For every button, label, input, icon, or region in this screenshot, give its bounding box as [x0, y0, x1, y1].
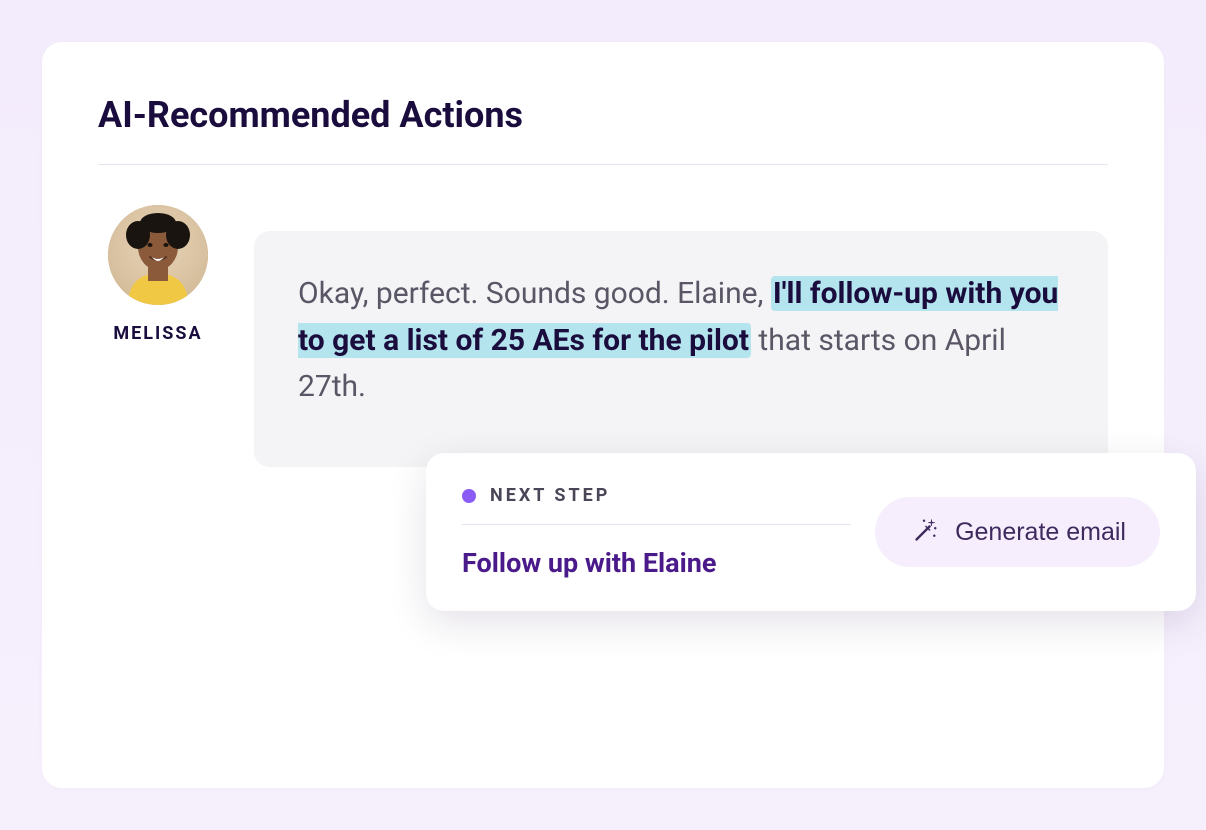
speech-bubble: Okay, perfect. Sounds good. Elaine, I'll…: [254, 231, 1108, 467]
action-info: NEXT STEP Follow up with Elaine: [462, 485, 851, 579]
action-header: NEXT STEP: [462, 485, 851, 506]
action-divider: [462, 524, 851, 525]
message-text-pre: Okay, perfect. Sounds good. Elaine,: [298, 276, 771, 311]
header-divider: [98, 164, 1108, 165]
action-label: NEXT STEP: [490, 485, 610, 506]
status-dot-icon: [462, 489, 476, 503]
message-row: MELISSA Okay, perfect. Sounds good. Elai…: [98, 205, 1108, 467]
action-popover: NEXT STEP Follow up with Elaine: [426, 453, 1196, 611]
avatar: [108, 205, 208, 305]
generate-email-label: Generate email: [955, 518, 1126, 547]
generate-email-button[interactable]: Generate email: [875, 497, 1160, 567]
page-title: AI-Recommended Actions: [98, 94, 1108, 136]
speaker-name: MELISSA: [113, 323, 202, 344]
speaker-block: MELISSA: [98, 205, 218, 344]
magic-wand-icon: [909, 517, 939, 547]
recommendations-card: AI-Recommended Actions: [42, 42, 1164, 788]
action-title: Follow up with Elaine: [462, 547, 851, 579]
avatar-icon: [108, 205, 208, 305]
